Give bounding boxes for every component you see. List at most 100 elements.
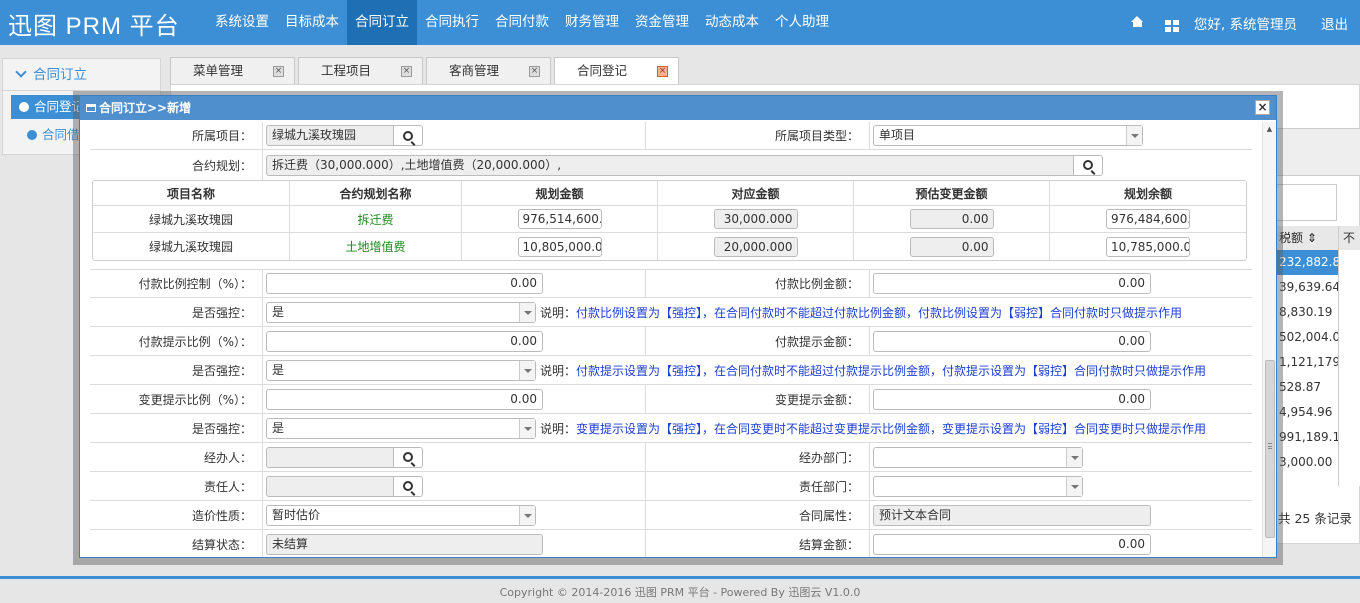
change-hint-amount-input[interactable]: 0.00 (873, 388, 1151, 410)
table-cell: 土地增值费 (290, 233, 462, 260)
table-cell[interactable]: 991,189.19 (1276, 425, 1338, 450)
close-icon[interactable]: × (529, 65, 541, 77)
table-cell[interactable]: 8,830.19 (1276, 300, 1338, 325)
circle-arrow-icon (27, 130, 37, 140)
form-row: 付款比例控制（%）： 0.00 付款比例金额： 0.00 (90, 269, 1252, 298)
grid-icon[interactable] (1160, 13, 1184, 32)
nav-item-dynamic-cost[interactable]: 动态成本 (697, 0, 767, 45)
tab-project[interactable]: 工程项目 × (298, 57, 424, 84)
cost-nature-select[interactable]: 暂时估价 (266, 504, 536, 526)
tab-menu-manage[interactable]: 菜单管理 × (170, 57, 296, 84)
column-header[interactable]: 税额 ⇕ (1276, 226, 1338, 250)
owner-dept-select[interactable] (873, 475, 1083, 497)
handler-dept-select[interactable] (873, 446, 1083, 468)
contract-attr-input[interactable]: 预计文本合同 (873, 504, 1151, 526)
dialog-scrollbar[interactable]: ▲ (1262, 122, 1276, 557)
tab-contract-register[interactable]: 合同登记 × (554, 57, 680, 84)
owner-label: 责任人： (203, 479, 252, 494)
settle-amount-input[interactable]: 0.00 (873, 533, 1151, 555)
planned-amount-input[interactable]: 976,514,600.( (517, 209, 602, 229)
sidebar-section-header[interactable]: 合同订立 (3, 59, 160, 91)
table-cell[interactable]: 502,004.04 (1276, 325, 1338, 350)
force-change-select[interactable]: 是 (266, 417, 536, 439)
pay-ratio-amount-input[interactable]: 0.00 (873, 273, 1151, 294)
nav-item-assistant[interactable]: 个人助理 (767, 0, 837, 45)
dialog-close-button[interactable]: × (1255, 100, 1270, 115)
table-cell[interactable]: 4,954.96 (1276, 400, 1338, 425)
table-header-row: 项目名称 合约规划名称 规划金额 对应金额 预估变更金额 规划余额 (93, 181, 1246, 206)
force-change-note: 说明：变更提示设置为【强控】，在合同变更时不能超过变更提示比例金额，变更提示设置… (540, 421, 1207, 436)
form-row: 付款提示比例（%）： 0.00 付款提示金额： 0.00 (90, 327, 1252, 356)
form-row: 造价性质： 暂时估价 合同属性： 预计文本合同 (90, 501, 1252, 530)
plan-label: 合约规划： (191, 158, 252, 173)
table-cell[interactable]: 232,882.88 (1276, 250, 1338, 275)
tab-merchant[interactable]: 客商管理 × (426, 57, 552, 84)
chevron-down-icon (519, 360, 535, 380)
pay-ratio-ctrl-input[interactable]: 0.00 (266, 273, 543, 294)
form-row: 是否强控： 是 说明：变更提示设置为【强控】，在合同变更时不能超过变更提示比例金… (90, 414, 1252, 443)
chevron-down-icon (1066, 447, 1082, 467)
nav-item-contract-pay[interactable]: 合同付款 (487, 0, 557, 45)
handler-input[interactable] (266, 446, 394, 468)
force-hint-note: 说明：付款提示设置为【强控】，在合同付款时不能超过付款提示比例金额，付款提示设置… (540, 363, 1207, 378)
balance-input[interactable]: 976,484,600.( (1106, 209, 1190, 229)
close-icon[interactable]: × (273, 65, 285, 77)
balance-input[interactable]: 10,785,000.0( (1106, 236, 1190, 257)
chevron-down-icon (519, 302, 535, 322)
planned-amount-input[interactable]: 10,805,000.0( (517, 236, 602, 257)
nav-item-contract-sign[interactable]: 合同订立 (347, 0, 417, 45)
pay-hint-amount-label: 付款提示金额： (774, 334, 859, 349)
project-type-select[interactable]: 单项目 (873, 125, 1143, 146)
project-search-button[interactable] (394, 125, 423, 146)
force-ctrl-note: 说明：付款比例设置为【强控】，在合同付款时不能超过付款比例金额，付款比例设置为【… (540, 305, 1183, 320)
table-row: 绿城九溪玫瑰园 土地增值费 10,805,000.0( 20,000.000 0… (93, 233, 1246, 260)
nav-item-funds[interactable]: 资金管理 (627, 0, 697, 45)
settle-status-input[interactable]: 未结算 (266, 533, 543, 555)
pay-ratio-ctrl-label: 付款比例控制（%）： (138, 277, 252, 291)
force-hint-select[interactable]: 是 (266, 359, 536, 381)
form-row: 变更提示比例（%）： 0.00 变更提示金额： 0.00 (90, 385, 1252, 414)
scrollbar-thumb[interactable] (1265, 360, 1275, 538)
change-hint-ratio-input[interactable]: 0.00 (266, 388, 543, 410)
table-cell[interactable]: 39,639.64 (1276, 275, 1338, 300)
change-hint-ratio-label: 变更提示比例（%）： (138, 392, 252, 407)
matched-amount-input[interactable]: 20,000.000 (713, 236, 798, 257)
force-ctrl-select[interactable]: 是 (266, 301, 536, 323)
scroll-up-icon[interactable]: ▲ (1263, 122, 1276, 136)
close-icon[interactable]: × (657, 65, 669, 77)
pay-hint-amount-input[interactable]: 0.00 (873, 330, 1151, 352)
table-cell[interactable]: 1,121,179. (1276, 350, 1338, 375)
close-icon[interactable]: × (401, 65, 413, 77)
chevron-down-icon (519, 418, 535, 438)
pay-hint-ratio-input[interactable]: 0.00 (266, 330, 543, 352)
search-icon (403, 452, 413, 462)
nav-item-target-cost[interactable]: 目标成本 (277, 0, 347, 45)
search-icon (403, 130, 413, 141)
contract-new-dialog: 合同订立>>新增 × 所属项目： 绿城九溪玫瑰园 所属项目类型： 单项目 合约规… (79, 95, 1277, 558)
form-row: 是否强控： 是 说明：付款提示设置为【强控】，在合同付款时不能超过付款提示比例金… (90, 356, 1252, 385)
nav-item-system[interactable]: 系统设置 (207, 0, 277, 45)
table-cell[interactable]: 3,000.00 (1276, 450, 1338, 475)
plan-input[interactable]: 拆迁费（30,000.000）,土地增值费（20,000.000）, (266, 154, 1074, 176)
est-change-input[interactable]: 0.00 (909, 209, 994, 229)
dialog-title: 合同订立>>新增 (99, 101, 192, 115)
handler-label: 经办人： (203, 450, 252, 465)
logout-link[interactable]: 退出 (1321, 13, 1348, 33)
app-logo: 迅图 PRM 平台 (8, 13, 180, 40)
project-input[interactable]: 绿城九溪玫瑰园 (266, 125, 394, 146)
circle-arrow-icon (19, 102, 29, 112)
home-icon[interactable] (1126, 15, 1150, 31)
est-change-input[interactable]: 0.00 (909, 236, 994, 257)
matched-amount-input[interactable]: 30,000.000 (713, 209, 798, 229)
column-header[interactable]: 不 (1339, 226, 1360, 250)
owner-search-button[interactable] (394, 475, 423, 497)
form-row: 合约规划： 拆迁费（30,000.000）,土地增值费（20,000.000）, (90, 150, 1252, 180)
nav-item-finance[interactable]: 财务管理 (557, 0, 627, 45)
table-cell[interactable]: 528.87 (1276, 375, 1338, 400)
owner-input[interactable] (266, 475, 394, 497)
column-header: 预估变更金额 (854, 181, 1050, 205)
nav-item-contract-exec[interactable]: 合同执行 (417, 0, 487, 45)
handler-search-button[interactable] (394, 446, 423, 468)
plan-search-button[interactable] (1074, 154, 1103, 176)
handler-dept-label: 经办部门： (798, 450, 859, 465)
